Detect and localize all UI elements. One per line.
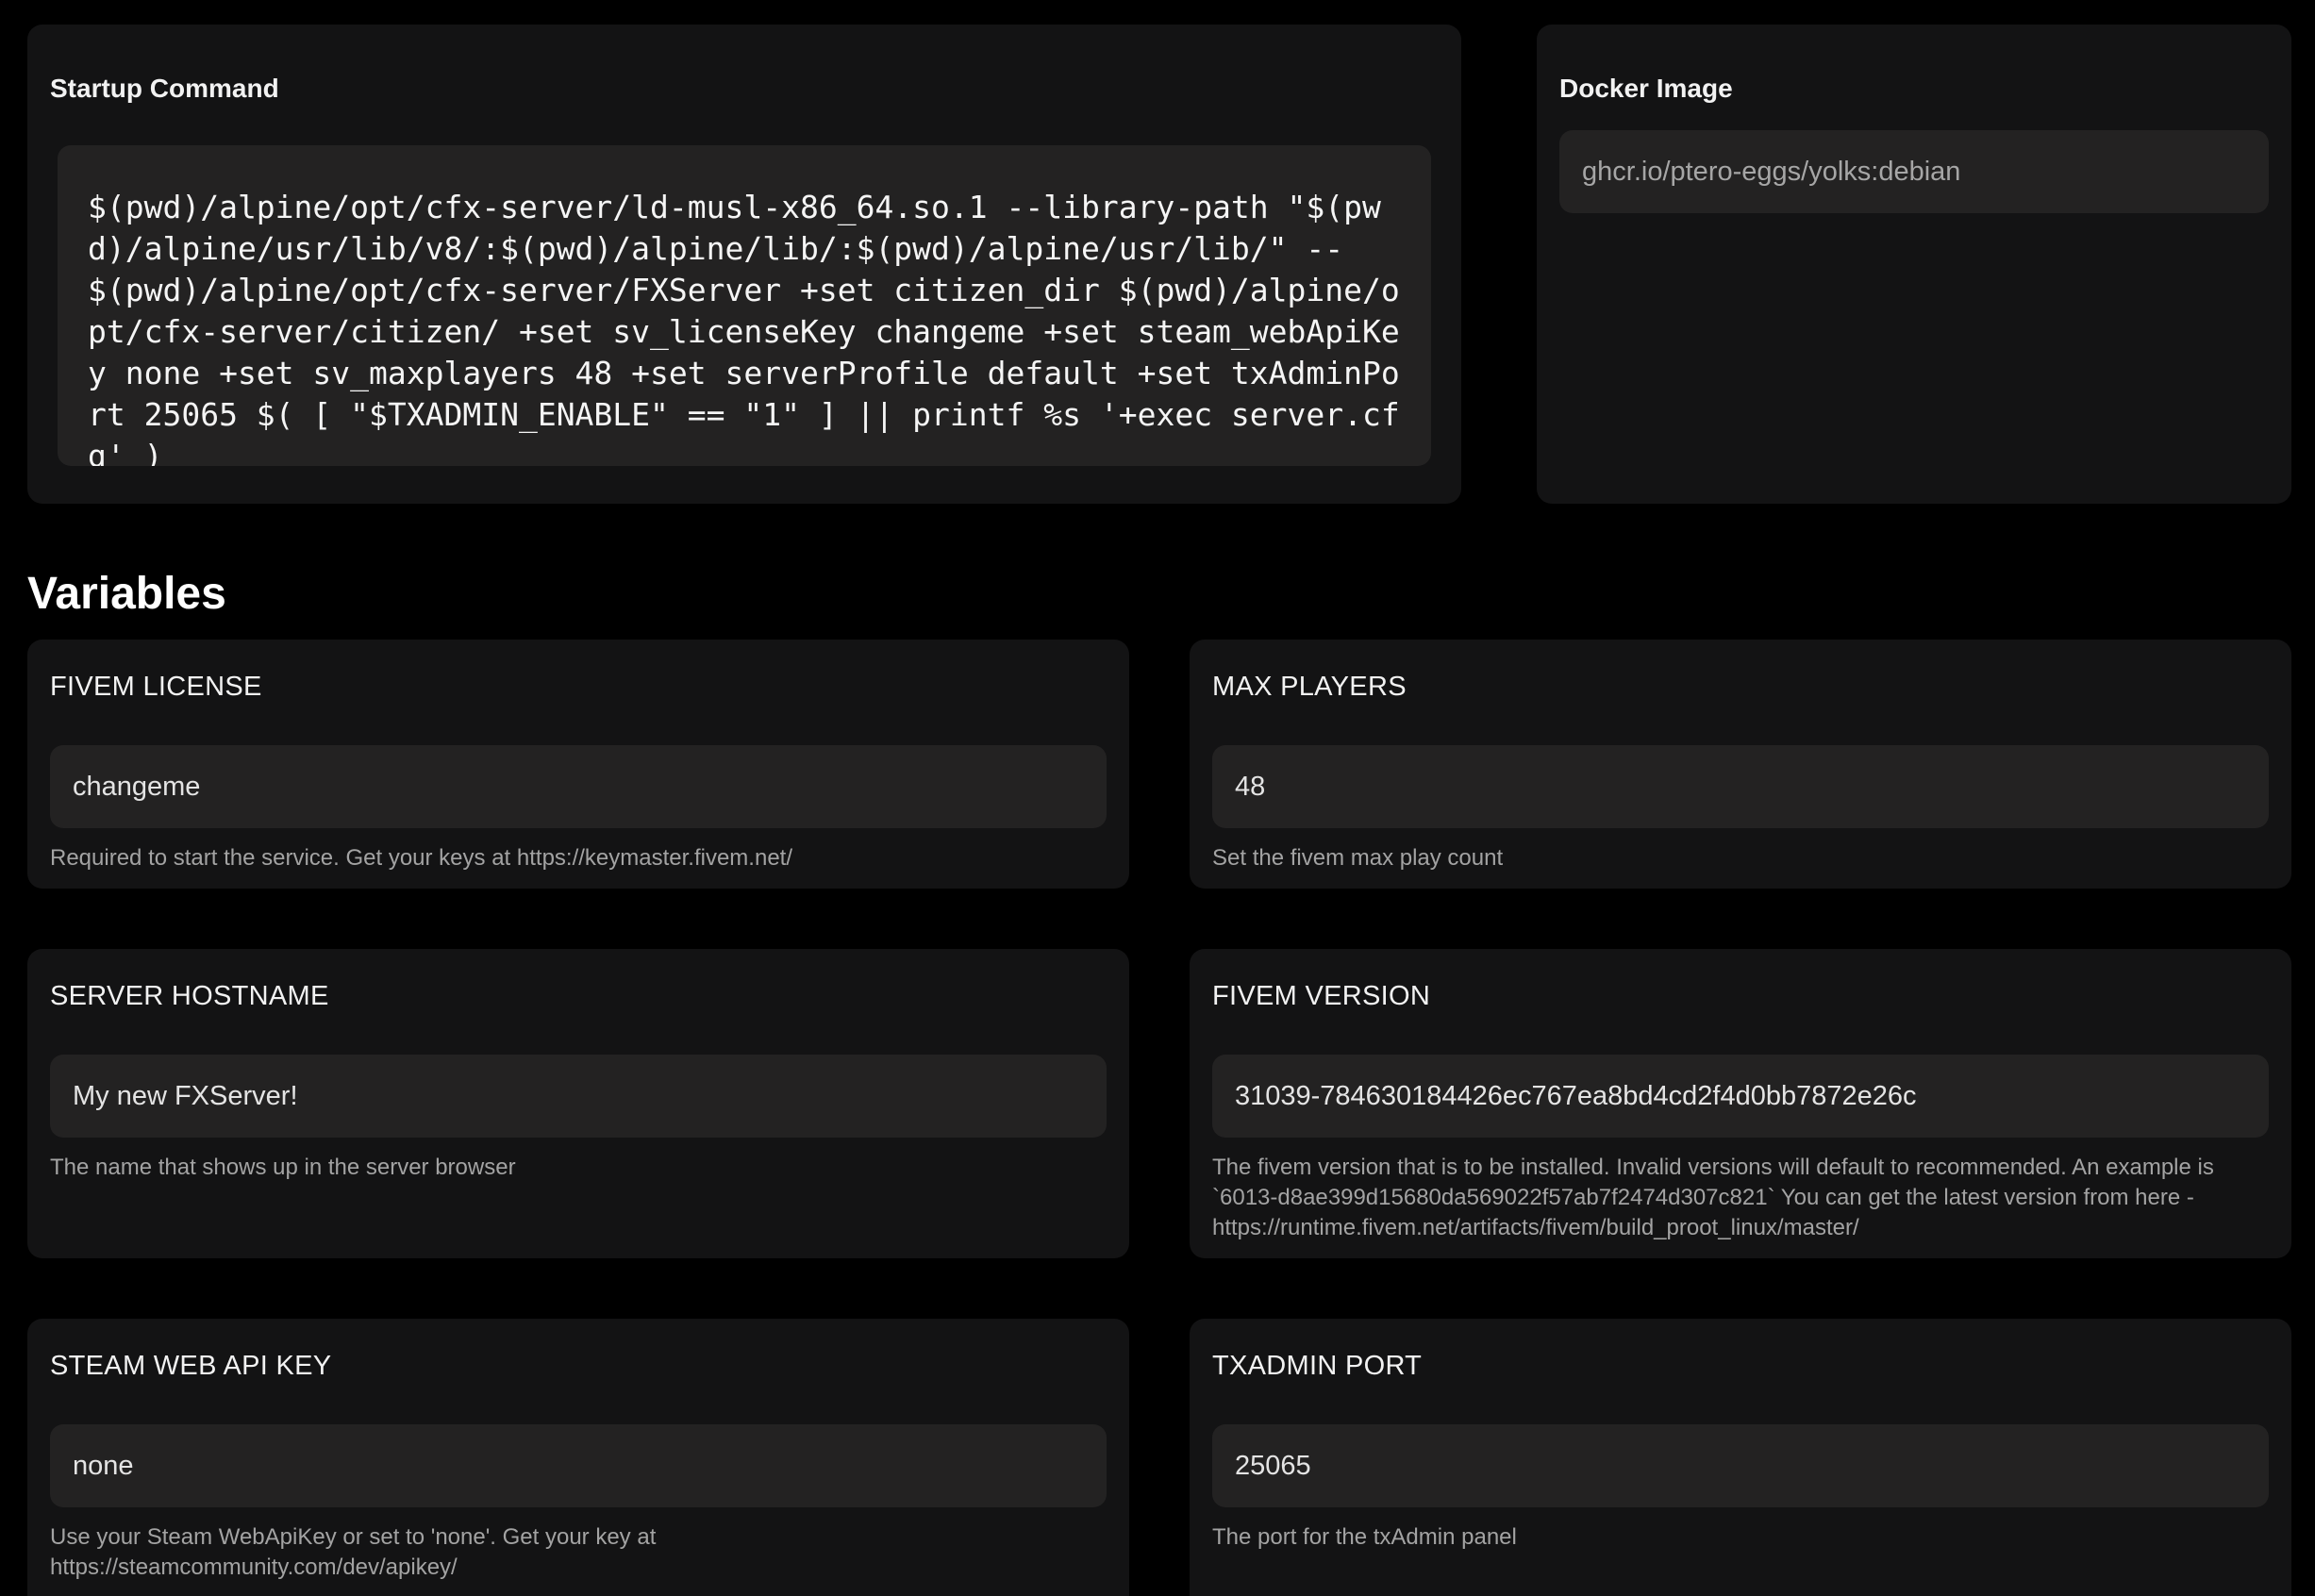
startup-command-title: Startup Command — [50, 74, 279, 103]
variable-card-server-hostname: SERVER HOSTNAME My new FXServer! The nam… — [27, 949, 1129, 1258]
txadmin-port-input[interactable]: 25065 — [1212, 1424, 2269, 1507]
variable-description: Required to start the service. Get your … — [50, 845, 792, 871]
startup-command-card: Startup Command $(pwd)/alpine/opt/cfx-se… — [27, 25, 1461, 504]
variable-label: STEAM WEB API KEY — [50, 1351, 332, 1381]
variable-label: SERVER HOSTNAME — [50, 981, 329, 1011]
docker-image-field[interactable]: ghcr.io/ptero-eggs/yolks:debian — [1559, 130, 2269, 213]
variable-label: TXADMIN PORT — [1212, 1351, 1423, 1381]
variable-description: The fivem version that is to be installe… — [1212, 1155, 2214, 1240]
variable-card-fivem-version: FIVEM VERSION 31039-784630184426ec767ea8… — [1190, 949, 2291, 1258]
variable-description: Use your Steam WebApiKey or set to 'none… — [50, 1524, 657, 1580]
variable-description: Set the fivem max play count — [1212, 845, 1504, 871]
variable-label: MAX PLAYERS — [1212, 672, 1407, 702]
startup-command-value[interactable]: $(pwd)/alpine/opt/cfx-server/ld-musl-x86… — [58, 145, 1431, 466]
docker-image-card: Docker Image ghcr.io/ptero-eggs/yolks:de… — [1537, 25, 2291, 504]
variable-card-steam-web-api-key: STEAM WEB API KEY none Use your Steam We… — [27, 1319, 1129, 1596]
variable-label: FIVEM VERSION — [1212, 981, 1431, 1011]
variable-description: The port for the txAdmin panel — [1212, 1524, 1517, 1550]
fivem-license-input[interactable]: changeme — [50, 745, 1107, 828]
variables-heading: Variables — [27, 569, 226, 619]
steam-web-api-key-input[interactable]: none — [50, 1424, 1107, 1507]
variable-label: FIVEM LICENSE — [50, 672, 262, 702]
variable-card-txadmin-port: TXADMIN PORT 25065 The port for the txAd… — [1190, 1319, 2291, 1596]
variable-description: The name that shows up in the server bro… — [50, 1155, 516, 1180]
max-players-input[interactable]: 48 — [1212, 745, 2269, 828]
fivem-version-input[interactable]: 31039-784630184426ec767ea8bd4cd2f4d0bb78… — [1212, 1055, 2269, 1138]
startup-settings-page: Startup Command $(pwd)/alpine/opt/cfx-se… — [0, 0, 2315, 1596]
server-hostname-input[interactable]: My new FXServer! — [50, 1055, 1107, 1138]
variable-card-max-players: MAX PLAYERS 48 Set the fivem max play co… — [1190, 640, 2291, 889]
docker-image-title: Docker Image — [1559, 74, 1733, 103]
variable-card-fivem-license: FIVEM LICENSE changeme Required to start… — [27, 640, 1129, 889]
